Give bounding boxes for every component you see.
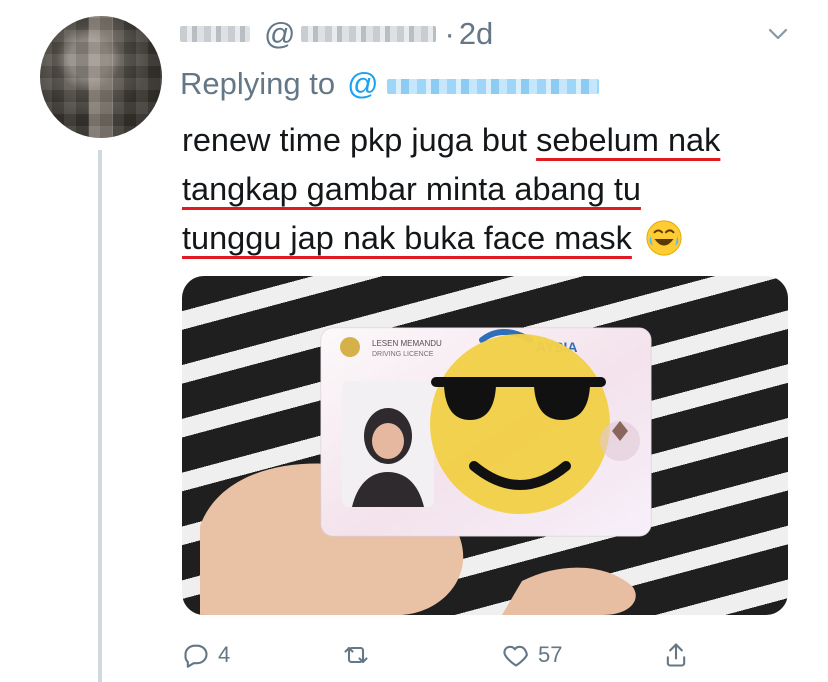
tweet-actions: 4 57: [182, 636, 782, 674]
timestamp[interactable]: 2d: [459, 16, 493, 52]
avatar[interactable]: [40, 16, 162, 138]
retweet-icon: [344, 646, 368, 664]
share-icon: [666, 643, 686, 667]
sunglasses-emoji-icon: [430, 334, 610, 514]
display-name-blurred[interactable]: [180, 26, 250, 42]
tweet-text-underlined-1: sebelum nak: [536, 122, 721, 158]
reply-count: 4: [218, 642, 231, 667]
laughing-emoji-icon: [645, 219, 683, 257]
reply-mention-at: @: [347, 66, 379, 101]
handle-at: @: [264, 16, 296, 51]
media-illustration: LESEN MEMANDU DRIVING LICENCE AYSIA: [200, 327, 652, 615]
card-title-line2: DRIVING LICENCE: [372, 351, 434, 358]
replying-to: Replying to @: [180, 64, 600, 104]
reply-mention-blurred: [387, 79, 600, 94]
coat-of-arms-icon: [340, 337, 360, 357]
like-button[interactable]: 57: [502, 636, 562, 674]
tweet-media-image[interactable]: LESEN MEMANDU DRIVING LICENCE AYSIA: [182, 276, 788, 615]
separator: ·: [444, 16, 455, 51]
like-count: 57: [538, 642, 563, 667]
reply-button[interactable]: 4: [182, 636, 230, 674]
handle-blurred[interactable]: [301, 26, 437, 42]
chevron-down-icon[interactable]: [766, 22, 790, 46]
handle[interactable]: @: [264, 16, 295, 52]
heart-icon: [503, 645, 528, 667]
reply-mention[interactable]: @: [347, 66, 600, 102]
reply-icon: [184, 644, 208, 668]
tweet-text-underlined-3: tunggu jap nak buka face mask: [182, 220, 632, 256]
tweet-text: renew time pkp juga but sebelum nak tang…: [182, 116, 802, 263]
retweet-button[interactable]: [342, 636, 378, 674]
replying-to-label: Replying to: [180, 66, 336, 101]
card-title-line1: LESEN MEMANDU: [372, 339, 442, 348]
tweet-header: @ · 2d: [180, 14, 493, 54]
tweet-text-underlined-2: tangkap gambar minta abang tu: [182, 171, 641, 207]
tweet-text-plain: renew time pkp juga but: [182, 122, 537, 158]
thread-line: [98, 150, 102, 682]
share-button[interactable]: [662, 636, 690, 674]
